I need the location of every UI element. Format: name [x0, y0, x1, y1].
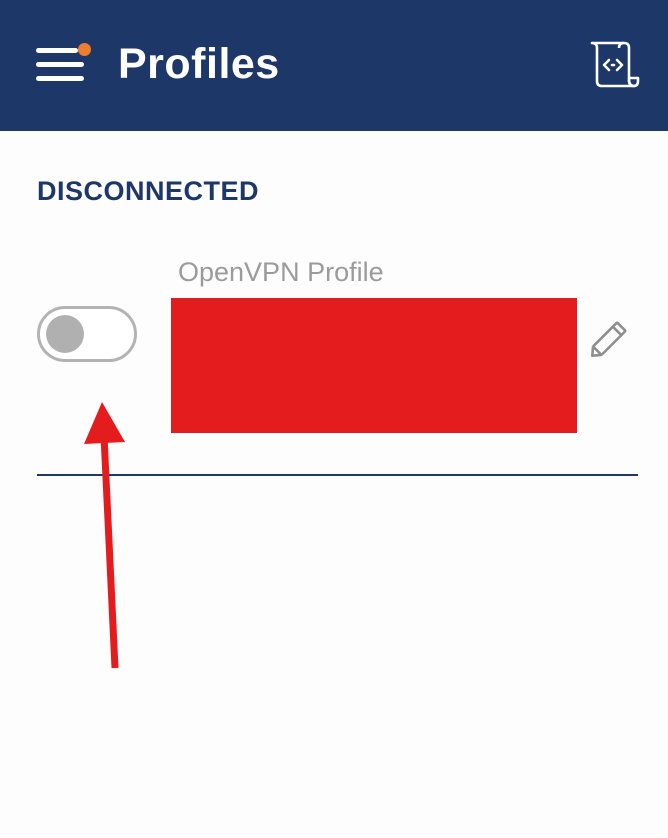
- import-profile-button[interactable]: [588, 40, 640, 90]
- profile-type-label: OpenVPN Profile: [178, 257, 384, 287]
- toggle-knob: [46, 315, 84, 353]
- edit-profile-button[interactable]: [584, 312, 636, 364]
- pencil-icon: [591, 321, 627, 357]
- redacted-profile-name: [171, 298, 577, 433]
- connection-status-label: DISCONNECTED: [37, 176, 260, 206]
- profile-divider: [37, 474, 638, 476]
- app-bar: Profiles: [0, 0, 668, 131]
- import-profile-icon: [590, 41, 640, 88]
- connection-toggle[interactable]: [37, 306, 137, 362]
- page-title: Profiles: [118, 40, 280, 88]
- notification-dot: [78, 43, 91, 56]
- menu-button[interactable]: [36, 40, 96, 90]
